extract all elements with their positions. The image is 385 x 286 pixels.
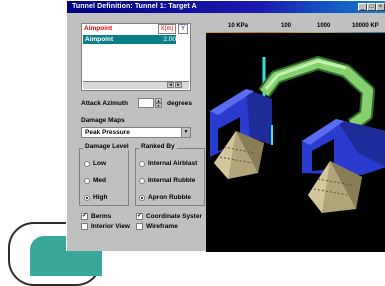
damage-level-title: Damage Level	[83, 143, 131, 150]
damage-level-med-radio[interactable]	[84, 178, 90, 184]
tunnel-definition-window: Tunnel Definition: Tunnel 1: Target A _ …	[66, 0, 385, 252]
maximize-button[interactable]: □	[367, 3, 376, 11]
aimpoint-list[interactable]: Aimpoint X(m) Y Aimpoint 2.00 ◂ ▸	[81, 23, 191, 91]
damage-level-med-label[interactable]: Med	[93, 177, 106, 184]
degrees-label: degrees	[167, 100, 192, 107]
damage-level-high-radio[interactable]	[84, 195, 90, 201]
list-item-name: Aimpoint	[85, 36, 114, 43]
right-portal	[302, 119, 385, 175]
ranked-apron-rubble-label[interactable]: Apron Rubble	[148, 194, 191, 201]
x-column-header[interactable]: X(m)	[158, 24, 176, 34]
tunnel-3d-scene	[210, 56, 385, 213]
window-title: Tunnel Definition: Tunnel 1: Target A	[72, 3, 197, 10]
ranked-internal-airblast-radio[interactable]	[139, 161, 145, 167]
damage-maps-value: Peak Pressure	[85, 129, 130, 136]
pressure-scale: 10 KPa 100 1000 10000 KP	[206, 21, 385, 34]
damage-level-low-label[interactable]: Low	[93, 160, 106, 167]
berms-label[interactable]: Berms	[91, 213, 111, 220]
tunnel-tube	[258, 56, 375, 131]
list-horizontal-scrollbar[interactable]: ◂ ▸	[83, 81, 189, 89]
damage-level-low-radio[interactable]	[84, 161, 90, 167]
y-column-header[interactable]: Y	[178, 24, 188, 34]
damage-maps-select[interactable]: Peak Pressure ▼	[81, 127, 191, 138]
coordinate-system-label[interactable]: Coordinate Syster	[146, 213, 202, 220]
spin-down-icon[interactable]: ▾	[155, 103, 162, 108]
ranked-internal-airblast-label[interactable]: Internal Airblast	[148, 160, 197, 167]
damage-maps-label: Damage Maps	[81, 117, 125, 124]
scale-label-1000: 1000	[317, 23, 331, 29]
minimize-button[interactable]: _	[358, 3, 367, 11]
attack-azimuth-spinner[interactable]: ▴ ▾	[155, 98, 162, 108]
coordinate-system-checkbox[interactable]: ✓	[136, 213, 143, 220]
scale-label-10kpa: 10 KPa	[228, 23, 249, 29]
list-item-x: 2.00	[163, 36, 176, 43]
tunnel-3d-viewport[interactable]	[206, 33, 385, 252]
scroll-right-icon[interactable]: ▸	[175, 82, 182, 88]
damage-level-high-label[interactable]: High	[93, 194, 107, 201]
ranked-by-title: Ranked By	[139, 143, 177, 150]
scroll-left-icon[interactable]: ◂	[167, 82, 174, 88]
interior-view-checkbox[interactable]	[81, 223, 88, 230]
aimpoint-column-header: Aimpoint	[84, 25, 113, 32]
wireframe-checkbox[interactable]	[136, 223, 143, 230]
attack-azimuth-label: Attack Azimuth	[81, 100, 129, 107]
berms-checkbox[interactable]: ✓	[81, 213, 88, 220]
window-titlebar[interactable]: Tunnel Definition: Tunnel 1: Target A _ …	[67, 1, 385, 13]
scale-label-100: 100	[281, 23, 292, 29]
interior-view-label[interactable]: Interior View	[91, 223, 130, 230]
chevron-down-icon[interactable]: ▼	[181, 128, 190, 137]
ranked-apron-rubble-radio[interactable]	[139, 195, 145, 201]
ranked-internal-rubble-label[interactable]: Internal Rubble	[148, 177, 195, 184]
wireframe-label[interactable]: Wireframe	[146, 223, 178, 230]
ranked-internal-rubble-radio[interactable]	[139, 178, 145, 184]
scale-label-10000: 10000 KP	[352, 23, 379, 29]
attack-azimuth-input[interactable]	[138, 98, 154, 108]
close-button[interactable]: ×	[376, 3, 385, 11]
